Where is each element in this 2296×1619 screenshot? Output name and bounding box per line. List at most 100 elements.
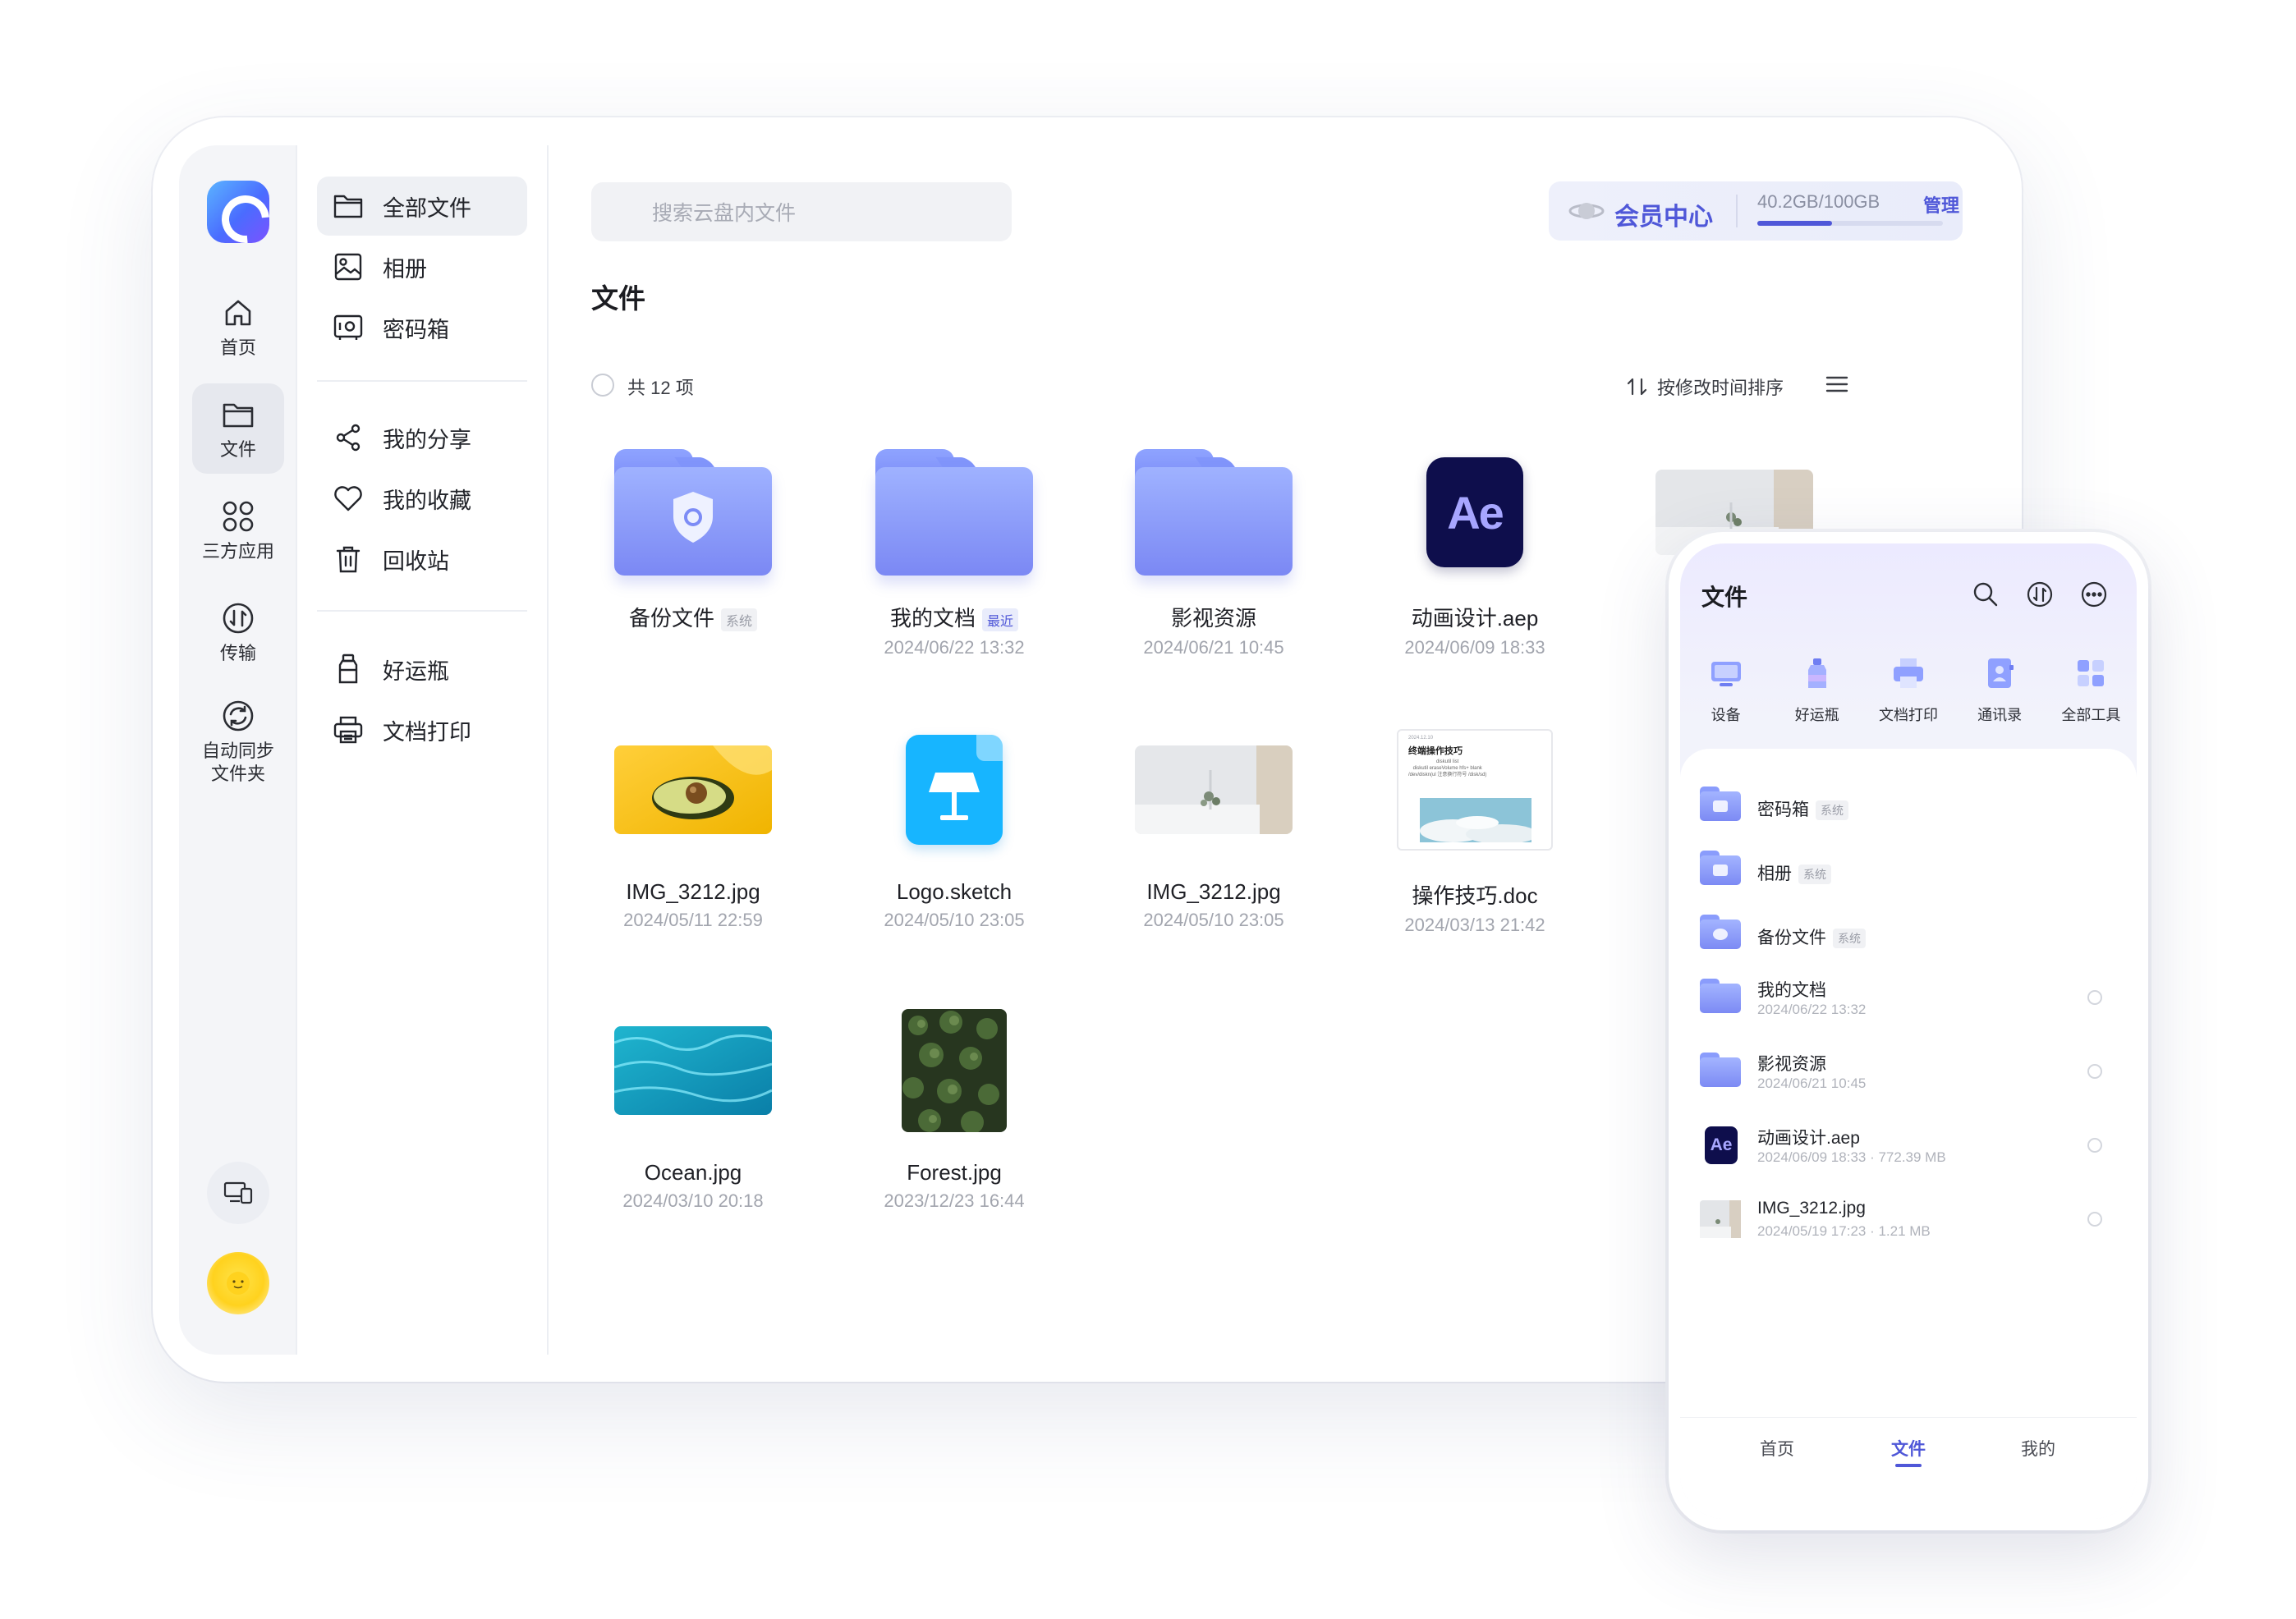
doc-preview-thumbnail: 2024.12.10 终端操作技巧 diskutil list diskutil… [1397, 729, 1553, 851]
list-item[interactable]: Ae 动画设计.aep 2024/06/09 18:33 · 772.39 MB [1680, 1113, 2137, 1179]
rail-item-home[interactable]: 首页 [192, 282, 284, 372]
search-input[interactable]: 搜索云盘内文件 [591, 182, 1012, 241]
file-tile[interactable]: 我的文档 最近 2024/06/22 13:32 [857, 434, 1051, 658]
file-thumbnail: Ae [1378, 434, 1572, 590]
list-view-toggle[interactable] [1825, 372, 1849, 401]
select-radio[interactable] [2087, 1212, 2102, 1227]
after-effects-icon: Ae [1705, 1126, 1738, 1164]
file-thumbnail [596, 993, 790, 1149]
file-name: IMG_3212.jpg [626, 879, 760, 904]
rail-item-sync[interactable]: 自动同步 文件夹 [192, 689, 284, 794]
rail-item-files[interactable]: 文件 [192, 383, 284, 474]
photo-thumbnail [1700, 1200, 1741, 1238]
nav-item-album[interactable]: 相册 [317, 237, 527, 296]
nav-item-all-files[interactable]: 全部文件 [317, 177, 527, 236]
system-badge: 系统 [1798, 865, 1831, 885]
transfer-icon[interactable] [2025, 580, 2055, 609]
folder-icon [614, 449, 772, 576]
list-item[interactable]: IMG_3212.jpg 2024/05/19 17:23 · 1.21 MB [1680, 1187, 2137, 1253]
file-tile[interactable]: Ocean.jpg 2024/03/10 20:18 [596, 993, 790, 1212]
menu-icon [1825, 376, 1848, 392]
vip-separator [1736, 195, 1738, 227]
avatar[interactable] [207, 1252, 269, 1314]
file-tile[interactable]: IMG_3212.jpg 2024/05/11 22:59 [596, 712, 790, 931]
nav-item-recycle-bin[interactable]: 回收站 [317, 530, 527, 589]
nav-item-my-share[interactable]: 我的分享 [317, 408, 527, 467]
list-item[interactable]: 密码箱 系统 [1680, 773, 2137, 839]
file-tile[interactable]: 备份文件 系统 [596, 434, 790, 632]
manage-storage-link[interactable]: 管理 [1923, 191, 1959, 218]
tool-doc-print[interactable]: 文档打印 [1866, 654, 1951, 725]
file-thumbnail [596, 712, 790, 868]
tool-all-tools[interactable]: 全部工具 [2048, 654, 2133, 725]
safe-folder-icon [1700, 787, 1741, 824]
tool-contacts[interactable]: 通讯录 [1957, 654, 2042, 725]
tab-mine[interactable]: 我的 [1989, 1436, 2087, 1461]
contacts-icon [1988, 658, 2014, 688]
phone-page-title: 文件 [1701, 585, 1748, 610]
select-all-checkbox[interactable] [591, 374, 614, 397]
list-item[interactable]: 我的文档 2024/06/22 13:32 [1680, 965, 2137, 1031]
folder-icon [1135, 449, 1293, 576]
storage-progress-fill [1757, 221, 1832, 226]
nav-item-safe[interactable]: 密码箱 [317, 298, 527, 357]
nav-item-lucky-bottle[interactable]: 好运瓶 [317, 640, 527, 699]
folder-icon [875, 449, 1033, 576]
list-item[interactable]: 备份文件 系统 [1680, 901, 2137, 967]
tool-label: 好运瓶 [1794, 707, 1839, 723]
select-radio[interactable] [2087, 990, 2102, 1005]
device-icon [1711, 662, 1741, 686]
rail-item-transfer[interactable]: 传输 [192, 587, 284, 677]
tool-label: 文档打印 [1878, 707, 1938, 723]
file-tile[interactable]: 2024.12.10 终端操作技巧 diskutil list diskutil… [1378, 712, 1572, 936]
row-name: 密码箱 [1757, 800, 1809, 819]
nav-item-favorites[interactable]: 我的收藏 [317, 469, 527, 528]
file-name: Forest.jpg [907, 1160, 1002, 1185]
row-name: 相册 [1757, 865, 1792, 883]
row-name: 我的文档 [1757, 981, 1826, 1000]
share-icon [332, 421, 365, 454]
row-name: 备份文件 [1757, 929, 1826, 947]
tab-files[interactable]: 文件 [1859, 1436, 1958, 1467]
printer-icon [332, 713, 365, 746]
file-list-sheet: 密码箱 系统 相册 系统 备份文件 系统 我的文档 2024/06/22 13:32 … [1680, 749, 2137, 1519]
file-date: 2023/12/23 16:44 [884, 1190, 1025, 1211]
nav-item-label: 回收站 [383, 548, 449, 574]
nav-item-doc-print[interactable]: 文档打印 [317, 700, 527, 759]
tool-label: 设备 [1711, 707, 1741, 723]
file-tile[interactable]: Ae 动画设计.aep 2024/06/09 18:33 [1378, 434, 1572, 658]
file-name: 备份文件 [628, 606, 714, 631]
search-placeholder: 搜索云盘内文件 [652, 202, 797, 225]
file-tile[interactable]: IMG_3212.jpg 2024/05/10 23:05 [1117, 712, 1311, 931]
primary-rail: 首页 文件 三方应用 传输 自动同步 文件夹 [179, 145, 297, 1355]
list-item[interactable]: 影视资源 2024/06/21 10:45 [1680, 1039, 2137, 1105]
file-name: Logo.sketch [896, 879, 1013, 904]
tool-device[interactable]: 设备 [1683, 654, 1769, 725]
rail-item-label: 文件 [219, 439, 256, 460]
tool-lucky-bottle[interactable]: 好运瓶 [1775, 654, 1860, 725]
rail-item-apps[interactable]: 三方应用 [192, 485, 284, 576]
file-tile[interactable]: 影视资源 2024/06/21 10:45 [1117, 434, 1311, 658]
search-icon[interactable] [1971, 580, 2000, 609]
file-thumbnail [857, 712, 1051, 868]
select-radio[interactable] [2087, 1138, 2102, 1153]
file-tile[interactable]: Forest.jpg 2023/12/23 16:44 [857, 993, 1051, 1212]
device-switch-button[interactable] [207, 1162, 269, 1224]
list-item[interactable]: 相册 系统 [1680, 837, 2137, 903]
row-name: IMG_3212.jpg [1757, 1199, 1866, 1218]
tool-label: 全部工具 [2061, 707, 2121, 723]
nav-item-label: 相册 [383, 256, 427, 282]
album-folder-icon [1700, 851, 1741, 888]
select-radio[interactable] [2087, 1064, 2102, 1079]
tab-home[interactable]: 首页 [1728, 1436, 1826, 1461]
sort-button[interactable]: 按修改时间排序 [1626, 374, 1784, 400]
nav-item-label: 好运瓶 [383, 658, 449, 684]
bottle-icon [1807, 658, 1826, 688]
nav-item-label: 我的收藏 [383, 488, 471, 513]
file-thumbnail [1117, 712, 1311, 868]
vip-center-card[interactable]: 会员中心 40.2GB/100GB 管理 [1549, 181, 1963, 241]
file-tile[interactable]: Logo.sketch 2024/05/10 23:05 [857, 712, 1051, 931]
sort-icon [1627, 378, 1647, 396]
more-icon[interactable] [2079, 580, 2109, 609]
smiley-icon [227, 1272, 250, 1295]
